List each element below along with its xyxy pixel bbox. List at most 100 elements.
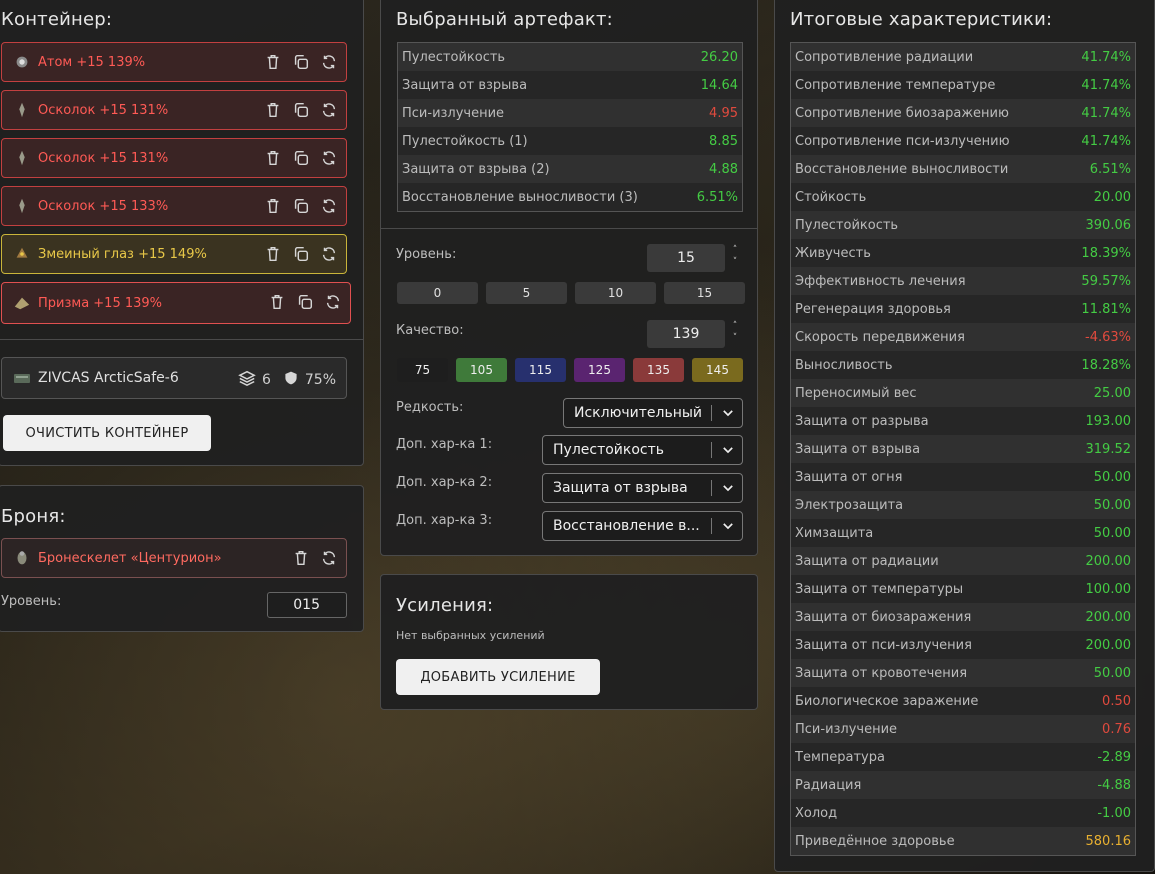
case-slots: 6 (261, 372, 271, 388)
trash-icon[interactable] (292, 549, 310, 567)
refresh-icon[interactable] (320, 101, 338, 119)
trash-icon[interactable] (264, 197, 282, 215)
refresh-icon[interactable] (320, 149, 338, 167)
boosts-panel: Усиления: Нет выбранных усилений ДОБАВИТ… (380, 574, 758, 710)
clear-container-button[interactable]: ОЧИСТИТЬ КОНТЕЙНЕР (3, 415, 211, 451)
level-input[interactable]: 15 (647, 244, 725, 272)
chevron-down-icon[interactable]: ˅ (729, 256, 741, 268)
rarity-select[interactable]: Исключительный (563, 398, 743, 428)
artifact-row[interactable]: Осколок +15 131% (1, 90, 347, 130)
stat-name: Сопротивление пси-излучению (795, 133, 1010, 149)
stat-row: Регенерация здоровья 11.81% (791, 295, 1135, 323)
divider (0, 339, 363, 340)
artifact-row[interactable]: Осколок +15 131% (1, 138, 347, 178)
quality-preset-button[interactable]: 135 (633, 358, 684, 382)
armor-level-input[interactable] (267, 592, 347, 618)
stat-row: Скорость передвижения -4.63% (791, 323, 1135, 351)
quality-preset-button[interactable]: 75 (397, 358, 448, 382)
stat-name: Защита от взрыва (2) (402, 161, 550, 177)
stat-name: Регенерация здоровья (795, 301, 951, 317)
extra1-select[interactable]: Пулестойкость (542, 435, 743, 465)
stat-name: Химзащита (795, 525, 874, 541)
stat-name: Стойкость (795, 189, 867, 205)
level-preset-button[interactable]: 10 (575, 282, 656, 304)
copy-icon[interactable] (292, 197, 310, 215)
chevron-up-icon[interactable]: ˄ (729, 320, 741, 332)
stat-value: 319.52 (1085, 441, 1132, 457)
level-spinner[interactable]: ˄ ˅ (729, 244, 741, 272)
copy-icon[interactable] (292, 53, 310, 71)
refresh-icon[interactable] (320, 197, 338, 215)
chevron-down-icon[interactable]: ˅ (729, 332, 741, 344)
stat-value: -1.00 (1097, 805, 1131, 821)
quality-preset-button[interactable]: 115 (515, 358, 566, 382)
stat-name: Приведённое здоровье (795, 833, 955, 849)
copy-icon[interactable] (292, 101, 310, 119)
totals-panel: Итоговые характеристики: Сопротивление р… (774, 0, 1155, 872)
quality-preset-button[interactable]: 125 (574, 358, 625, 382)
copy-icon[interactable] (292, 245, 310, 263)
quality-input[interactable]: 139 (647, 320, 725, 348)
artifact-row[interactable]: Змеиный глаз +15 149% (1, 234, 347, 274)
trash-icon[interactable] (264, 149, 282, 167)
refresh-icon[interactable] (324, 293, 342, 311)
stat-value: 0.76 (1102, 721, 1131, 737)
stat-row: Защита от биозаражения 200.00 (791, 603, 1135, 631)
container-panel: Контейнер: Атом +15 139% Осколок +15 131%… (0, 0, 364, 466)
level-preset-button[interactable]: 15 (664, 282, 745, 304)
trash-icon[interactable] (264, 53, 282, 71)
armor-row[interactable]: Бронескелет «Центурион» (1, 538, 347, 578)
chevron-up-icon[interactable]: ˄ (729, 244, 741, 256)
stat-name: Защита от взрыва (795, 441, 921, 457)
stat-row: Восстановление выносливости (3) 6.51% (398, 183, 742, 211)
stat-value: 50.00 (1093, 469, 1131, 485)
artifact-label: Змеиный глаз +15 149% (38, 246, 207, 262)
stat-value: 41.74% (1081, 77, 1131, 93)
quality-spinner[interactable]: ˄ ˅ (729, 320, 741, 348)
stat-row: Пси-излучение 0.76 (791, 715, 1135, 743)
stat-name: Защита от разрыва (795, 413, 929, 429)
stat-row: Холод -1.00 (791, 799, 1135, 827)
add-boost-button[interactable]: ДОБАВИТЬ УСИЛЕНИЕ (396, 659, 600, 695)
level-preset-button[interactable]: 5 (486, 282, 567, 304)
stat-row: Выносливость 18.28% (791, 351, 1135, 379)
stat-row: Защита от радиации 200.00 (791, 547, 1135, 575)
artifact-row[interactable]: Осколок +15 133% (1, 186, 347, 226)
extra2-value: Защита от взрыва (553, 480, 688, 496)
case-row[interactable]: ZIVCAS ArcticSafe-6 6 75% (1, 357, 347, 399)
armor-title: Броня: (1, 506, 66, 527)
stat-name: Пулестойкость (795, 217, 899, 233)
quality-preset-button[interactable]: 145 (692, 358, 743, 382)
artifact-row[interactable]: Призма +15 139% (1, 282, 351, 324)
stat-name: Пси-излучение (795, 721, 898, 737)
chevron-down-icon (718, 440, 738, 460)
refresh-icon[interactable] (320, 53, 338, 71)
stat-value: 193.00 (1085, 413, 1132, 429)
select-separator (711, 480, 712, 496)
armor-panel: Броня: Бронескелет «Центурион» Уровень: (0, 485, 364, 632)
trash-icon[interactable] (264, 101, 282, 119)
quality-preset-button[interactable]: 105 (456, 358, 507, 382)
stat-name: Живучесть (795, 245, 871, 261)
stat-name: Электрозащита (795, 497, 904, 513)
copy-icon[interactable] (292, 149, 310, 167)
extra3-select[interactable]: Восстановление в... (542, 511, 743, 541)
stat-row: Сопротивление температуре 41.74% (791, 71, 1135, 99)
refresh-icon[interactable] (320, 245, 338, 263)
stat-row: Защита от огня 50.00 (791, 463, 1135, 491)
level-preset-button[interactable]: 0 (397, 282, 478, 304)
stat-name: Выносливость (795, 357, 893, 373)
stat-value: 8.85 (709, 133, 738, 149)
trash-icon[interactable] (264, 245, 282, 263)
trash-icon[interactable] (268, 293, 286, 311)
stat-name: Скорость передвижения (795, 329, 965, 345)
stat-row: Сопротивление радиации 41.74% (791, 43, 1135, 71)
copy-icon[interactable] (296, 293, 314, 311)
selected-artifact-panel: Выбранный артефакт: Пулестойкость 26.20 За… (380, 0, 758, 556)
extra2-select[interactable]: Защита от взрыва (542, 473, 743, 503)
refresh-icon[interactable] (320, 549, 338, 567)
artifact-label: Осколок +15 131% (38, 150, 169, 166)
artifact-row[interactable]: Атом +15 139% (1, 42, 347, 82)
rarity-label: Редкость: (396, 400, 464, 415)
extra3-value: Восстановление в... (553, 518, 700, 534)
